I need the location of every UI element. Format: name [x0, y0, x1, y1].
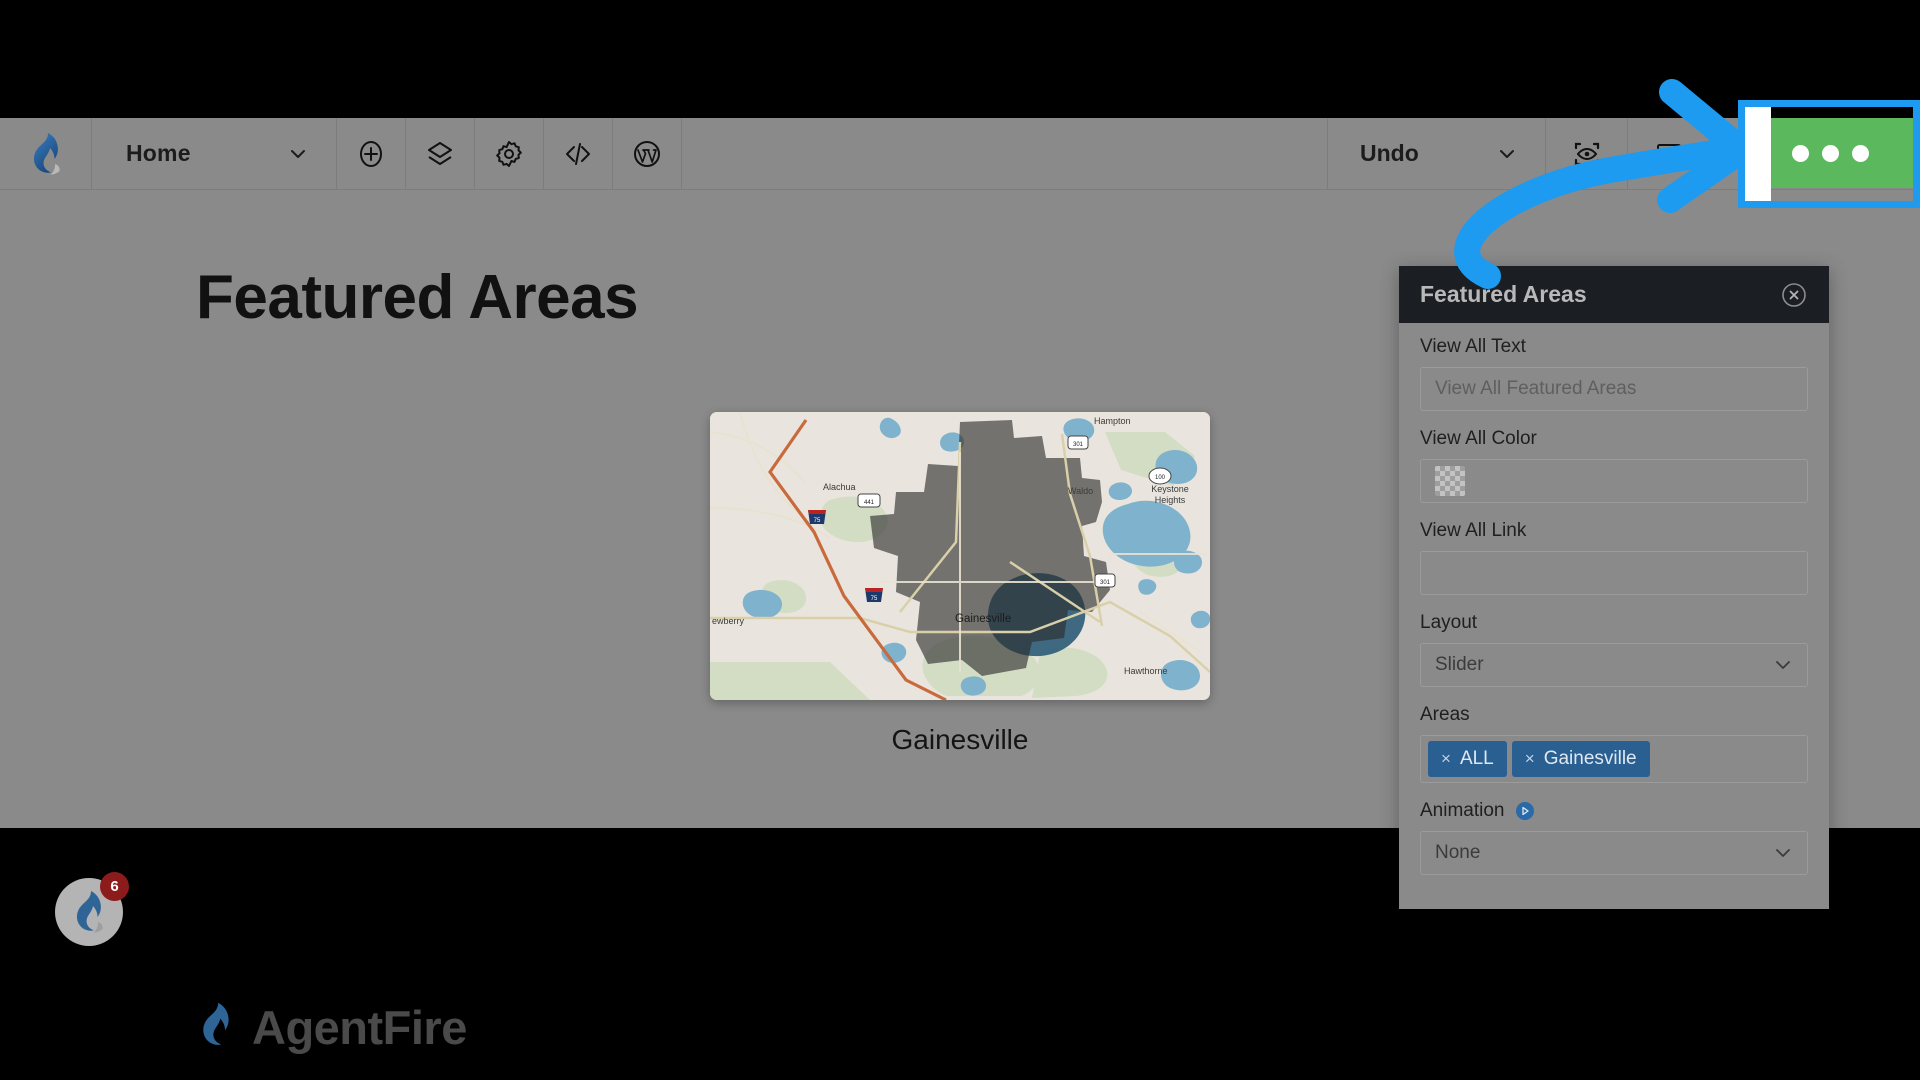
area-tag-label: ALL	[1459, 748, 1494, 769]
panel-header: Featured Areas	[1399, 266, 1829, 323]
area-card-label: Gainesville	[891, 724, 1029, 755]
agentfire-flame-icon	[198, 1002, 234, 1053]
wordpress-button[interactable]	[613, 118, 682, 189]
map-graphic: 441 301 301 100 75 75 Alachua Waldo Keys…	[710, 412, 1210, 700]
responsive-view-button[interactable]	[1628, 118, 1710, 189]
layers-icon	[424, 138, 456, 170]
layers-button[interactable]	[406, 118, 475, 189]
preview-button[interactable]	[1546, 118, 1628, 189]
field-animation: Animation None	[1420, 800, 1808, 875]
site-brand[interactable]: AgentFire	[198, 1000, 467, 1055]
chevron-down-icon	[1773, 843, 1793, 863]
annotation-highlight-box	[1738, 100, 1920, 208]
areas-label: Areas	[1420, 704, 1470, 725]
chevron-down-icon	[288, 144, 308, 164]
svg-text:ewberry: ewberry	[712, 616, 745, 626]
svg-text:75: 75	[871, 596, 878, 602]
toolbar-spacer	[682, 118, 1328, 189]
view-all-color-picker[interactable]	[1420, 459, 1808, 503]
area-tag-label: Gainesville	[1543, 748, 1637, 769]
areas-tag-input[interactable]: × ALL × Gainesville	[1420, 735, 1808, 783]
remove-tag-icon[interactable]: ×	[1441, 749, 1451, 769]
animation-label-row: Animation	[1420, 800, 1808, 822]
page-selector[interactable]: Home	[92, 118, 337, 189]
svg-text:100: 100	[1155, 475, 1166, 481]
remove-tag-icon[interactable]: ×	[1525, 749, 1535, 769]
site-brand-name: AgentFire	[252, 1001, 467, 1054]
page-selector-label: Home	[126, 140, 191, 166]
field-view-all-color: View All Color	[1420, 428, 1808, 503]
editor-toolbar: Home Undo	[0, 118, 1920, 190]
chevron-down-icon	[1497, 144, 1517, 164]
view-all-text-label: View All Text	[1420, 336, 1526, 357]
svg-text:301: 301	[1073, 442, 1084, 448]
plus-circle-icon	[355, 138, 387, 170]
settings-button[interactable]	[475, 118, 544, 189]
panel-title: Featured Areas	[1420, 281, 1587, 307]
layout-selected-value: Slider	[1435, 654, 1484, 675]
svg-text:75: 75	[814, 518, 821, 524]
field-view-all-text: View All Text View All Featured Areas	[1420, 336, 1808, 411]
area-tag[interactable]: × ALL	[1428, 741, 1507, 777]
view-all-text-input[interactable]: View All Featured Areas	[1420, 367, 1808, 411]
view-all-color-label: View All Color	[1420, 428, 1537, 449]
featured-area-card[interactable]: 441 301 301 100 75 75 Alachua Waldo Keys…	[710, 412, 1210, 756]
svg-text:441: 441	[864, 500, 875, 506]
custom-code-button[interactable]	[544, 118, 613, 189]
svg-text:Gainesville: Gainesville	[955, 613, 1011, 625]
animation-label: Animation	[1420, 800, 1505, 821]
area-map-thumbnail[interactable]: 441 301 301 100 75 75 Alachua Waldo Keys…	[710, 412, 1210, 700]
eye-preview-icon	[1571, 138, 1603, 170]
field-view-all-link: View All Link	[1420, 520, 1808, 595]
page-title: Featured Areas	[196, 263, 639, 332]
gear-icon	[493, 138, 525, 170]
screen-root: Home Undo Featured Areas 441 301 301 100…	[0, 0, 1920, 1080]
chevron-down-icon	[1773, 655, 1793, 675]
svg-text:Alachua: Alachua	[823, 482, 856, 492]
wordpress-icon	[631, 138, 663, 170]
undo-dropdown[interactable]: Undo	[1328, 118, 1546, 189]
svg-text:Keystone: Keystone	[1151, 484, 1189, 494]
view-all-link-input[interactable]	[1420, 551, 1808, 595]
field-areas: Areas × ALL × Gainesville	[1420, 704, 1808, 783]
agentfire-flame-icon	[29, 132, 63, 175]
play-circle-icon[interactable]	[1515, 801, 1535, 821]
support-avatar-button[interactable]: 6	[55, 872, 129, 946]
field-layout: Layout Slider	[1420, 612, 1808, 687]
svg-text:Heights: Heights	[1155, 495, 1186, 505]
animation-selected-value: None	[1435, 842, 1481, 863]
svg-text:Waldo: Waldo	[1068, 486, 1093, 496]
layout-select[interactable]: Slider	[1420, 643, 1808, 687]
view-all-link-label: View All Link	[1420, 520, 1527, 541]
area-tag[interactable]: × Gainesville	[1511, 741, 1650, 777]
svg-text:Hawthorne: Hawthorne	[1124, 666, 1168, 676]
close-circle-icon[interactable]	[1781, 282, 1807, 308]
code-icon	[562, 138, 594, 170]
add-element-button[interactable]	[337, 118, 406, 189]
notification-badge: 6	[100, 872, 129, 901]
device-responsive-icon	[1653, 138, 1685, 170]
undo-label: Undo	[1360, 140, 1419, 166]
panel-body: View All Text View All Featured Areas Vi…	[1399, 323, 1829, 909]
layout-label: Layout	[1420, 612, 1478, 633]
animation-select[interactable]: None	[1420, 831, 1808, 875]
svg-text:Hampton: Hampton	[1094, 416, 1131, 426]
svg-text:301: 301	[1100, 580, 1111, 586]
color-swatch[interactable]	[1435, 466, 1465, 496]
agentfire-logo-button[interactable]	[0, 118, 92, 189]
element-settings-panel: Featured Areas View All Text View All Fe…	[1399, 266, 1829, 909]
annotation-white-strip	[1745, 107, 1771, 201]
